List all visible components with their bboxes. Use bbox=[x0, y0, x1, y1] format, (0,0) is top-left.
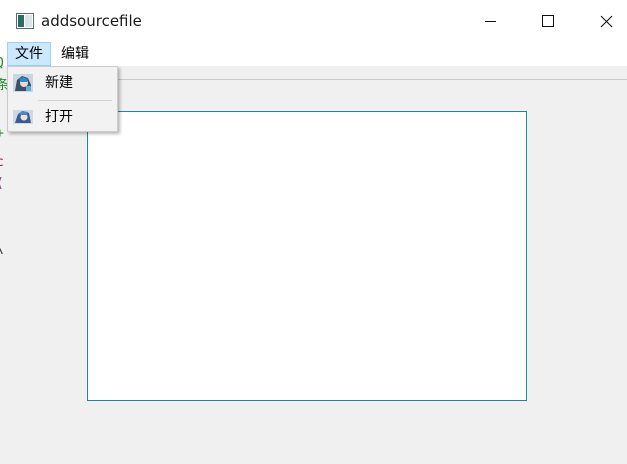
new-file-icon bbox=[13, 74, 33, 92]
bg-fragment: ( bbox=[0, 176, 4, 191]
maximize-button[interactable] bbox=[519, 0, 577, 42]
menu-item-open[interactable]: 打开 bbox=[9, 102, 116, 132]
window-title: addsourcefile bbox=[41, 12, 142, 30]
menu-item-open-label: 打开 bbox=[45, 109, 73, 125]
open-file-icon bbox=[13, 108, 33, 126]
bg-fragment: \ bbox=[0, 242, 4, 257]
menu-item-new-label: 新建 bbox=[45, 75, 73, 91]
drawing-canvas[interactable] bbox=[87, 111, 527, 401]
close-icon bbox=[600, 15, 613, 28]
menu-separator bbox=[38, 100, 112, 101]
bg-fragment: + bbox=[0, 126, 4, 141]
menu-edit[interactable]: 编辑 bbox=[54, 42, 96, 66]
menu-file[interactable]: 文件 bbox=[7, 42, 51, 66]
minimize-button[interactable] bbox=[461, 0, 519, 42]
minimize-icon bbox=[485, 21, 496, 22]
bg-fragment: Q bbox=[0, 56, 4, 71]
title-bar[interactable]: addsourcefile bbox=[0, 0, 627, 42]
app-window: addsourcefile 文件 编辑 Q 条 + c ( \ bbox=[0, 0, 627, 464]
menu-bar: 文件 编辑 bbox=[0, 42, 627, 66]
close-button[interactable] bbox=[577, 0, 627, 42]
app-icon bbox=[16, 13, 34, 29]
file-menu-dropdown: 新建 打开 bbox=[7, 66, 118, 132]
menu-item-new[interactable]: 新建 bbox=[9, 68, 116, 98]
maximize-icon bbox=[542, 15, 554, 27]
bg-fragment: c bbox=[0, 155, 4, 170]
